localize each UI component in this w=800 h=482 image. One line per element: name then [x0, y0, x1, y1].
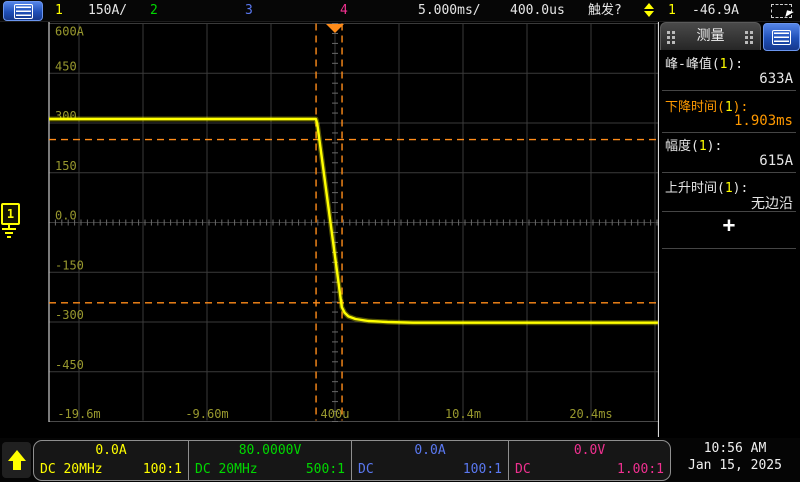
x-axis-label: 10.4m	[445, 407, 481, 421]
x-axis-label: -9.60m	[185, 407, 228, 421]
y-axis-label: -450	[55, 358, 84, 372]
channel-1-coupling: DC 20MHz	[40, 462, 103, 477]
y-axis-label: 0.0	[55, 209, 77, 223]
measurement-menu-button[interactable]	[763, 23, 800, 51]
x-axis-label: 20.4ms	[569, 407, 612, 421]
oscilloscope-screen: { "topbar": { "channels": [ {"num": "1",…	[0, 0, 800, 482]
channel-4-status[interactable]: 0.0V DC 1.00:1	[508, 441, 670, 480]
y-axis-label: -150	[55, 258, 84, 272]
channel-2-coupling: DC 20MHz	[195, 462, 258, 477]
date-display: Jan 15, 2025	[672, 457, 798, 474]
measurement-row-value: 无边沿	[665, 193, 793, 213]
measurement-panel: 测量 峰-峰值(1): 633A 下降时间(1): 1.903ms 幅度(1):…	[659, 22, 800, 437]
divider	[662, 90, 796, 91]
measurement-panel-title: 测量	[661, 23, 760, 50]
time-display: 10:56 AM	[672, 440, 798, 457]
divider	[662, 248, 796, 249]
expand-bar-button[interactable]	[2, 442, 31, 478]
channel-status-container: 0.0A DC 20MHz 100:1 80.0000V DC 20MHz 500:…	[33, 440, 671, 481]
hamburger-icon	[772, 30, 791, 45]
y-axis-label: 150	[55, 159, 77, 173]
divider	[662, 132, 796, 133]
channel-2-status[interactable]: 80.0000V DC 20MHz 500:1	[188, 441, 351, 480]
channel-1-status[interactable]: 0.0A DC 20MHz 100:1	[34, 441, 188, 480]
delay-marker-icon[interactable]	[326, 24, 344, 33]
clock: 10:56 AM Jan 15, 2025	[672, 440, 798, 474]
up-arrow-stem	[13, 461, 21, 470]
measurement-row-value: 633A	[665, 71, 793, 87]
measurement-row-label[interactable]: 峰-峰值(1):	[665, 53, 743, 72]
channel-4-coupling: DC	[515, 462, 531, 477]
bottom-status-bar: 0.0A DC 20MHz 100:1 80.0000V DC 20MHz 500:…	[0, 438, 800, 482]
channel-1-ground-label: 1	[1, 203, 20, 225]
divider	[662, 172, 796, 173]
channel-2-probe: 500:1	[306, 462, 345, 477]
ch1-waveform-trace	[49, 119, 658, 323]
add-measurement-button[interactable]: +	[662, 212, 796, 238]
channel-3-offset: 0.0A	[358, 443, 502, 458]
channel-1-offset: 0.0A	[40, 443, 182, 458]
y-axis-label: -300	[55, 308, 84, 322]
channel-3-coupling: DC	[358, 462, 374, 477]
x-axis-label: -19.6m	[57, 407, 100, 421]
channel-2-offset: 80.0000V	[195, 443, 345, 458]
y-axis-label: 450	[55, 59, 77, 73]
channel-1-probe: 100:1	[143, 462, 182, 477]
x-axis-label: 400u	[321, 407, 350, 421]
measurement-row-value: 1.903ms	[665, 113, 793, 129]
channel-4-offset: 0.0V	[515, 443, 664, 458]
y-axis-label: 600A	[55, 25, 85, 39]
waveform-glow	[49, 119, 658, 323]
measurement-panel-tab[interactable]: 测量	[660, 22, 761, 50]
up-arrow-icon	[8, 450, 26, 461]
channel-3-status[interactable]: 0.0A DC 100:1	[351, 441, 508, 480]
measurement-row-value: 615A	[665, 153, 793, 169]
channel-3-probe: 100:1	[463, 462, 502, 477]
measurement-row-label[interactable]: 幅度(1):	[665, 135, 722, 154]
channel-1-ground-marker[interactable]: 1	[1, 203, 21, 243]
channel-4-probe: 1.00:1	[617, 462, 664, 477]
